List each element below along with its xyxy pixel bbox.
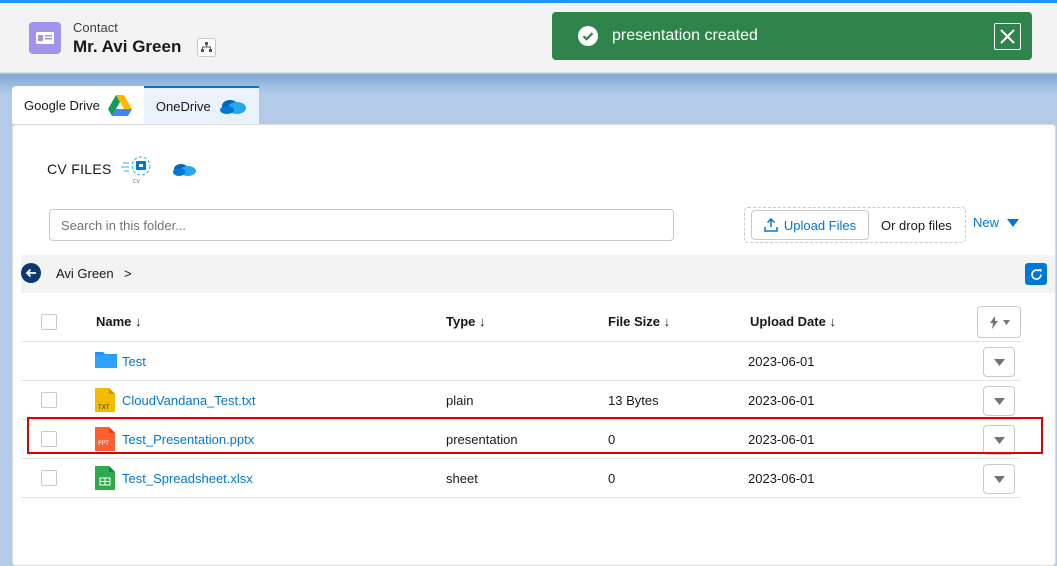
- file-type: presentation: [446, 432, 518, 447]
- arrow-left-icon: [25, 268, 36, 278]
- folder-icon: [95, 349, 117, 372]
- column-label: Type: [446, 314, 476, 329]
- search-input[interactable]: [49, 209, 674, 241]
- breadcrumb-item[interactable]: Avi Green: [56, 266, 114, 281]
- column-label: File Size: [608, 314, 661, 329]
- file-size: 0: [608, 471, 616, 486]
- upload-icon: [764, 218, 778, 232]
- refresh-button[interactable]: [1025, 263, 1047, 285]
- file-size: 0: [608, 432, 616, 447]
- column-label: Upload Date: [750, 314, 826, 329]
- files-panel: CV FILES CV Upload Files Or drop files N…: [12, 124, 1056, 566]
- tab-google-drive[interactable]: Google Drive: [12, 86, 144, 124]
- tab-label: OneDrive: [155, 98, 211, 114]
- contact-icon: [29, 22, 61, 54]
- chevron-down-icon: [993, 436, 1005, 444]
- cv-files-logo-icon: CV: [121, 155, 155, 188]
- upload-files-label: Upload Files: [783, 217, 857, 233]
- close-icon: [1000, 29, 1015, 44]
- table-row: Test_Spreadsheet.xlsx sheet 0 2023-06-01: [21, 459, 1021, 498]
- svg-text:PPT: PPT: [98, 440, 109, 447]
- sort-arrow-icon: ↓: [479, 314, 486, 329]
- chevron-down-icon: [993, 475, 1005, 483]
- file-name-link[interactable]: Test: [122, 354, 146, 369]
- ppt-file-icon: PPT: [95, 427, 115, 454]
- drop-files-label: Or drop files: [881, 218, 952, 233]
- upload-date: 2023-06-01: [748, 432, 815, 447]
- object-type-label: Contact: [73, 20, 118, 35]
- onedrive-icon: [219, 100, 246, 114]
- toast-message: presentation created: [612, 27, 758, 44]
- row-actions-button[interactable]: [983, 425, 1015, 455]
- table-header: Name ↓ Type ↓ File Size ↓ Upload Date ↓: [21, 302, 1021, 342]
- upload-date: 2023-06-01: [748, 393, 815, 408]
- file-drop-zone[interactable]: Upload Files Or drop files: [744, 207, 966, 243]
- table-row: TXT CloudVandana_Test.txt plain 13 Bytes…: [21, 381, 1021, 420]
- record-name: Mr. Avi Green: [73, 37, 182, 56]
- sort-arrow-icon: ↓: [135, 314, 142, 329]
- chevron-down-icon: [1007, 218, 1020, 227]
- success-check-icon: [578, 26, 598, 46]
- column-header-date[interactable]: Upload Date ↓: [750, 314, 836, 329]
- file-name-link[interactable]: CloudVandana_Test.txt: [122, 393, 255, 408]
- hierarchy-button[interactable]: [197, 38, 216, 57]
- back-button[interactable]: [21, 263, 41, 283]
- table-row: Test 2023-06-01: [21, 342, 1021, 381]
- row-actions-button[interactable]: [983, 347, 1015, 377]
- hierarchy-icon: [201, 42, 212, 52]
- panel-title: CV FILES: [47, 161, 112, 177]
- file-type: sheet: [446, 471, 478, 486]
- column-label: Name: [96, 314, 132, 329]
- toast-close-button[interactable]: [994, 23, 1021, 50]
- chevron-down-icon: [1002, 319, 1010, 325]
- row-checkbox[interactable]: [41, 470, 57, 486]
- sort-arrow-icon: ↓: [663, 314, 671, 329]
- google-drive-icon: [107, 94, 132, 116]
- select-all-checkbox[interactable]: [41, 314, 57, 330]
- table-row: PPT Test_Presentation.pptx presentation …: [21, 420, 1021, 459]
- success-toast: presentation created: [552, 12, 1032, 60]
- chevron-down-icon: [993, 358, 1005, 366]
- file-name-link[interactable]: Test_Presentation.pptx: [122, 432, 254, 447]
- tab-label: Google Drive: [24, 97, 100, 113]
- row-checkbox[interactable]: [41, 392, 57, 408]
- new-dropdown-button[interactable]: New: [973, 215, 1020, 230]
- column-header-type[interactable]: Type ↓: [446, 314, 486, 329]
- tab-onedrive[interactable]: OneDrive: [143, 86, 259, 124]
- svg-text:CV: CV: [133, 179, 140, 185]
- upload-date: 2023-06-01: [748, 471, 815, 486]
- breadcrumb: Avi Green >: [21, 255, 1055, 293]
- lightning-icon: [989, 315, 998, 329]
- sheet-file-icon: [95, 466, 115, 493]
- onedrive-icon: [171, 161, 197, 180]
- txt-file-icon: TXT: [95, 388, 115, 415]
- column-header-size[interactable]: File Size ↓: [608, 314, 670, 329]
- drive-tabs: Google Drive OneDrive: [12, 86, 259, 124]
- svg-text:TXT: TXT: [97, 404, 110, 411]
- column-header-name[interactable]: Name ↓: [96, 314, 142, 329]
- refresh-icon: [1030, 268, 1042, 280]
- row-checkbox[interactable]: [41, 431, 57, 447]
- file-name-link[interactable]: Test_Spreadsheet.xlsx: [122, 471, 253, 486]
- sort-arrow-icon: ↓: [829, 314, 836, 329]
- row-actions-button[interactable]: [983, 386, 1015, 416]
- upload-date: 2023-06-01: [748, 354, 815, 369]
- row-actions-button[interactable]: [983, 464, 1015, 494]
- files-table: Name ↓ Type ↓ File Size ↓ Upload Date ↓ …: [21, 302, 1021, 498]
- file-size: 13 Bytes: [608, 393, 659, 408]
- new-label: New: [973, 215, 1000, 230]
- upload-files-button[interactable]: Upload Files: [751, 210, 869, 240]
- file-type: plain: [446, 393, 474, 408]
- bulk-actions-button[interactable]: [977, 306, 1021, 338]
- chevron-down-icon: [993, 397, 1005, 405]
- breadcrumb-separator: >: [124, 266, 132, 281]
